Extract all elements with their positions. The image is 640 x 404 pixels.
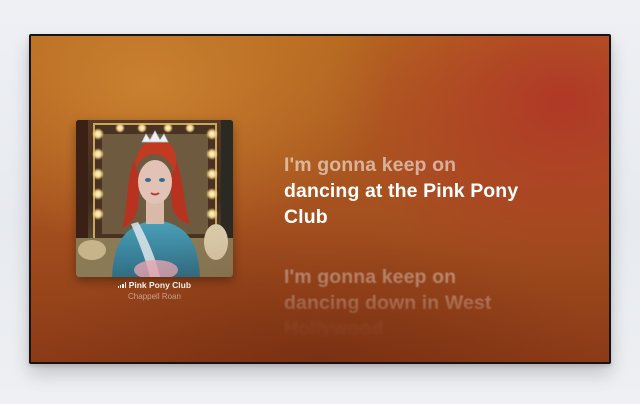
signal-bars-icon <box>117 282 126 288</box>
lyric-line-next-1: I'm gonna keep on <box>284 266 457 288</box>
lyric-line-next-2: dancing down in West <box>284 292 492 314</box>
album-artwork-image <box>76 120 233 277</box>
song-title: Pink Pony Club <box>128 280 192 290</box>
lyric-line-current-1: I'm gonna keep on <box>284 154 457 176</box>
artist-name[interactable]: Chappell Roan <box>76 292 233 301</box>
lyric-line-next-3: Hollywood <box>284 318 384 340</box>
album-artwork[interactable] <box>76 120 233 277</box>
tv-screen: Pink Pony Club Chappell Roan I'm gonna k… <box>31 36 609 362</box>
upcoming-lyrics: I'm gonna keep on dancing down in West H… <box>284 264 584 344</box>
tv-frame: Pink Pony Club Chappell Roan I'm gonna k… <box>29 34 611 364</box>
current-lyrics: I'm gonna keep on dancing at the Pink Po… <box>284 152 584 230</box>
lyric-line-current-3: Club <box>284 206 328 228</box>
now-playing-title[interactable]: Pink Pony Club <box>76 280 233 290</box>
lyric-line-current-2: dancing at the Pink Pony <box>284 180 519 202</box>
